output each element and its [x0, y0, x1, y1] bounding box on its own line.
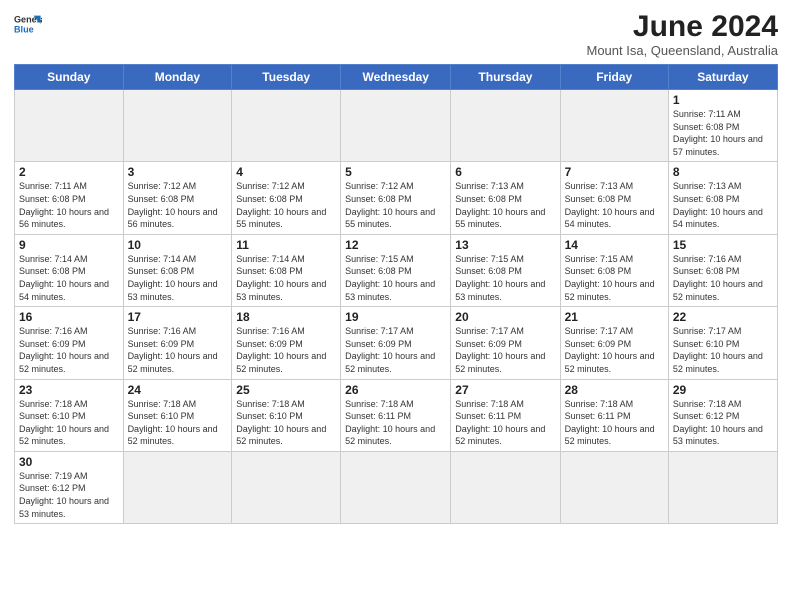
day-24: 24Sunrise: 7:18 AMSunset: 6:10 PMDayligh…	[123, 379, 232, 451]
day-2: 2Sunrise: 7:11 AMSunset: 6:08 PMDaylight…	[15, 162, 124, 234]
day-18: 18Sunrise: 7:16 AMSunset: 6:09 PMDayligh…	[232, 307, 341, 379]
location-subtitle: Mount Isa, Queensland, Australia	[586, 43, 778, 58]
day-11: 11Sunrise: 7:14 AMSunset: 6:08 PMDayligh…	[232, 234, 341, 306]
svg-text:Blue: Blue	[14, 24, 34, 34]
day-19: 19Sunrise: 7:17 AMSunset: 6:09 PMDayligh…	[341, 307, 451, 379]
empty-cell	[123, 90, 232, 162]
day-12: 12Sunrise: 7:15 AMSunset: 6:08 PMDayligh…	[341, 234, 451, 306]
col-friday: Friday	[560, 65, 668, 90]
calendar-table: Sunday Monday Tuesday Wednesday Thursday…	[14, 64, 778, 524]
col-wednesday: Wednesday	[341, 65, 451, 90]
empty-cell	[560, 451, 668, 523]
empty-cell	[560, 90, 668, 162]
day-7: 7Sunrise: 7:13 AMSunset: 6:08 PMDaylight…	[560, 162, 668, 234]
day-13: 13Sunrise: 7:15 AMSunset: 6:08 PMDayligh…	[451, 234, 560, 306]
empty-cell	[232, 90, 341, 162]
logo: General Blue	[14, 10, 42, 38]
empty-cell	[451, 451, 560, 523]
day-4: 4Sunrise: 7:12 AMSunset: 6:08 PMDaylight…	[232, 162, 341, 234]
col-sunday: Sunday	[15, 65, 124, 90]
col-monday: Monday	[123, 65, 232, 90]
day-21: 21Sunrise: 7:17 AMSunset: 6:09 PMDayligh…	[560, 307, 668, 379]
day-17: 17Sunrise: 7:16 AMSunset: 6:09 PMDayligh…	[123, 307, 232, 379]
empty-cell	[668, 451, 777, 523]
day-28: 28Sunrise: 7:18 AMSunset: 6:11 PMDayligh…	[560, 379, 668, 451]
month-year-title: June 2024	[586, 10, 778, 43]
day-1: 1Sunrise: 7:11 AMSunset: 6:08 PMDaylight…	[668, 90, 777, 162]
day-10: 10Sunrise: 7:14 AMSunset: 6:08 PMDayligh…	[123, 234, 232, 306]
day-20: 20Sunrise: 7:17 AMSunset: 6:09 PMDayligh…	[451, 307, 560, 379]
day-16: 16Sunrise: 7:16 AMSunset: 6:09 PMDayligh…	[15, 307, 124, 379]
empty-cell	[232, 451, 341, 523]
day-25: 25Sunrise: 7:18 AMSunset: 6:10 PMDayligh…	[232, 379, 341, 451]
empty-cell	[451, 90, 560, 162]
col-tuesday: Tuesday	[232, 65, 341, 90]
empty-cell	[123, 451, 232, 523]
day-15: 15Sunrise: 7:16 AMSunset: 6:08 PMDayligh…	[668, 234, 777, 306]
empty-cell	[341, 451, 451, 523]
day-30: 30Sunrise: 7:19 AMSunset: 6:12 PMDayligh…	[15, 451, 124, 523]
day-3: 3Sunrise: 7:12 AMSunset: 6:08 PMDaylight…	[123, 162, 232, 234]
day-22: 22Sunrise: 7:17 AMSunset: 6:10 PMDayligh…	[668, 307, 777, 379]
day-5: 5Sunrise: 7:12 AMSunset: 6:08 PMDaylight…	[341, 162, 451, 234]
day-26: 26Sunrise: 7:18 AMSunset: 6:11 PMDayligh…	[341, 379, 451, 451]
day-27: 27Sunrise: 7:18 AMSunset: 6:11 PMDayligh…	[451, 379, 560, 451]
empty-cell	[341, 90, 451, 162]
col-saturday: Saturday	[668, 65, 777, 90]
col-thursday: Thursday	[451, 65, 560, 90]
day-29: 29Sunrise: 7:18 AMSunset: 6:12 PMDayligh…	[668, 379, 777, 451]
empty-cell	[15, 90, 124, 162]
day-8: 8Sunrise: 7:13 AMSunset: 6:08 PMDaylight…	[668, 162, 777, 234]
day-23: 23Sunrise: 7:18 AMSunset: 6:10 PMDayligh…	[15, 379, 124, 451]
day-9: 9Sunrise: 7:14 AMSunset: 6:08 PMDaylight…	[15, 234, 124, 306]
day-6: 6Sunrise: 7:13 AMSunset: 6:08 PMDaylight…	[451, 162, 560, 234]
day-14: 14Sunrise: 7:15 AMSunset: 6:08 PMDayligh…	[560, 234, 668, 306]
